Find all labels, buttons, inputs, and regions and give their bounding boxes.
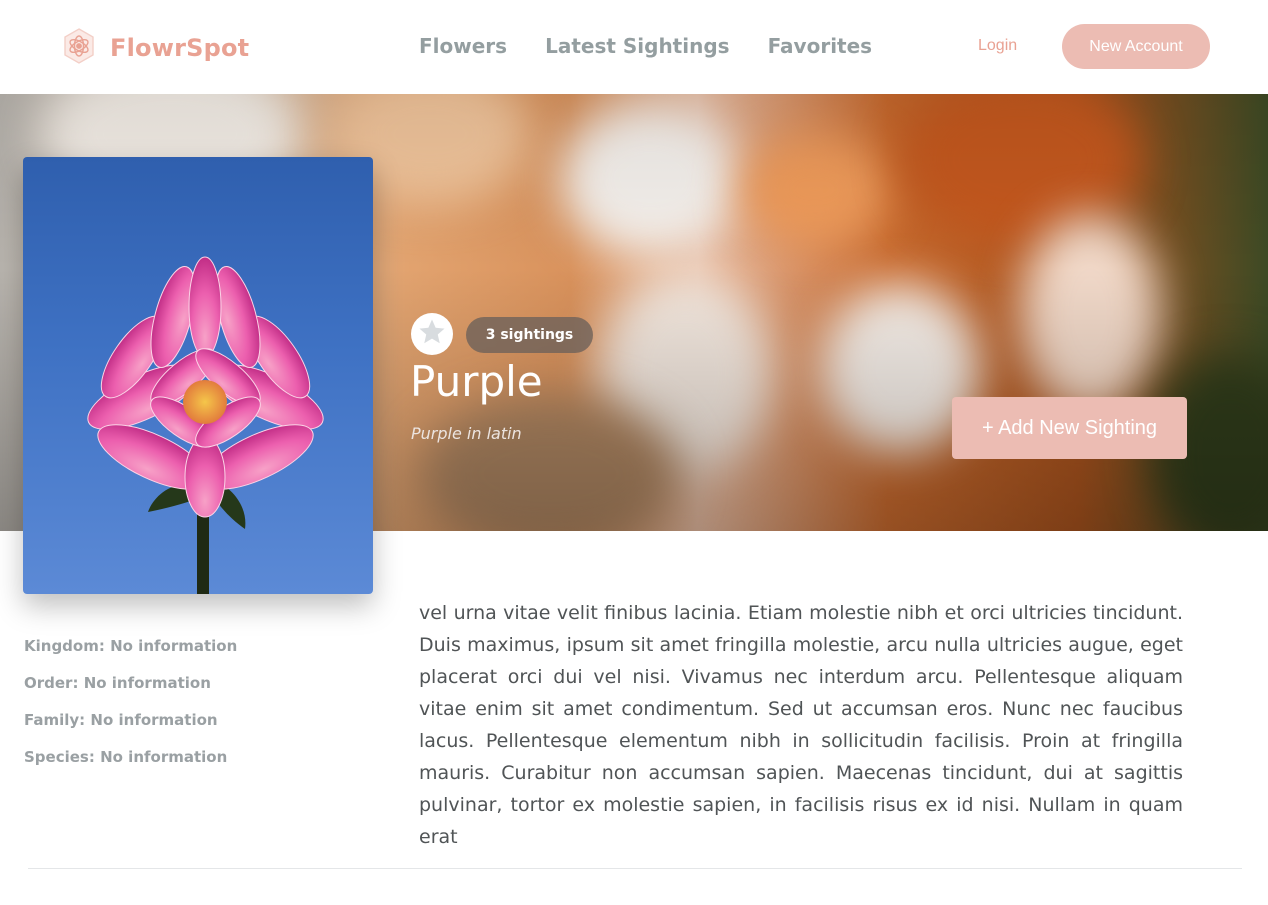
- add-new-sighting-button[interactable]: + Add New Sighting: [952, 397, 1187, 459]
- login-link[interactable]: Login: [978, 37, 1017, 55]
- flower-logo-icon: [62, 27, 96, 69]
- new-account-button[interactable]: New Account: [1062, 24, 1210, 69]
- main-nav: Flowers Latest Sightings Favorites: [419, 34, 872, 58]
- sightings-count-badge: 3 sightings: [466, 317, 593, 353]
- detail-order: Order: No information: [24, 674, 211, 692]
- nav-favorites[interactable]: Favorites: [768, 34, 873, 58]
- flower-latin-name: Purple in latin: [411, 424, 522, 443]
- flower-details-list: Kingdom: No information Order: No inform…: [24, 636, 237, 784]
- flower-name: Purple: [410, 357, 543, 406]
- nav-latest-sightings[interactable]: Latest Sightings: [545, 34, 729, 58]
- favorite-button[interactable]: [411, 313, 453, 355]
- star-icon: [417, 317, 447, 351]
- detail-kingdom: Kingdom: No information: [24, 637, 238, 655]
- section-divider: [28, 868, 1242, 869]
- detail-family: Family: No information: [24, 711, 218, 729]
- flower-description: vel urna vitae velit finibus lacinia. Et…: [419, 602, 1183, 848]
- detail-species: Species: No information: [24, 748, 228, 766]
- top-navbar: FlowrSpot Flowers Latest Sightings Favor…: [0, 0, 1268, 94]
- brand-logo[interactable]: FlowrSpot: [62, 27, 249, 69]
- brand-name: FlowrSpot: [110, 34, 250, 62]
- flower-image: [23, 157, 373, 594]
- nav-flowers[interactable]: Flowers: [419, 34, 507, 58]
